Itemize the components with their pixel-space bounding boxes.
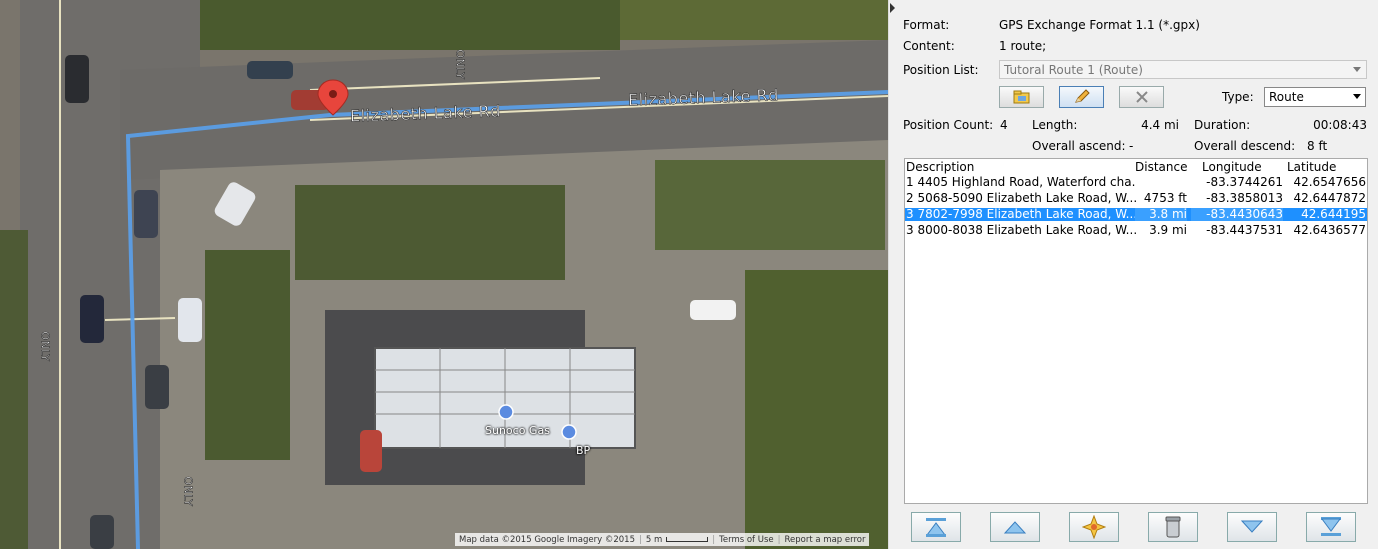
- ascend-label: Overall ascend:: [1032, 139, 1126, 153]
- cell-description: 1 4405 Highland Road, Waterford cha...: [906, 176, 1136, 189]
- duration-label: Duration:: [1194, 118, 1251, 132]
- move-to-top-button[interactable]: [911, 512, 961, 542]
- content-label: Content:: [903, 39, 955, 53]
- move-to-bottom-icon: [1321, 517, 1341, 536]
- move-down-icon: [1240, 520, 1264, 533]
- move-up-icon: [1003, 521, 1027, 534]
- position-count-value: 4: [1000, 118, 1008, 132]
- road-text-only: ONLY: [38, 331, 52, 362]
- edit-button[interactable]: [1059, 86, 1104, 108]
- cell-latitude: 42.6547656: [1293, 176, 1366, 189]
- report-map-error-link[interactable]: Report a map error: [785, 535, 866, 545]
- delete-trash-icon: [1165, 516, 1181, 538]
- format-value: GPS Exchange Format 1.1 (*.gpx): [999, 18, 1200, 32]
- table-row-selected[interactable]: 3 7802-7998 Elizabeth Lake Road, W... 3.…: [905, 208, 1367, 221]
- terms-of-use-link[interactable]: Terms of Use: [719, 535, 774, 545]
- map-attribution: Map data ©2015 Google Imagery ©2015 | 5 …: [455, 533, 870, 546]
- content-value: 1 route;: [999, 39, 1047, 53]
- delete-point-button[interactable]: [1148, 512, 1198, 542]
- delete-button[interactable]: [1119, 86, 1164, 108]
- cell-longitude: -83.3744261: [1206, 176, 1283, 189]
- satellite-imagery: [0, 0, 888, 549]
- duration-value: 00:08:43: [1313, 118, 1367, 132]
- cell-distance: 3.8 mi: [1135, 208, 1187, 221]
- cell-description: 3 8000-8038 Elizabeth Lake Road, W...: [906, 224, 1136, 237]
- descend-label: Overall descend:: [1194, 139, 1296, 153]
- map-view[interactable]: Elizabeth Lake Rd Elizabeth Lake Rd ONLY…: [0, 0, 888, 549]
- table-row[interactable]: 3 8000-8038 Elizabeth Lake Road, W... 3.…: [905, 224, 1367, 237]
- cell-distance: 3.9 mi: [1149, 224, 1187, 237]
- column-header-latitude[interactable]: Latitude: [1287, 161, 1370, 174]
- cell-distance: 4753 ft: [1143, 192, 1187, 205]
- cell-description: 2 5068-5090 Elizabeth Lake Road, W...: [906, 192, 1136, 205]
- column-header-description[interactable]: Description: [906, 161, 1136, 174]
- ascend-value: -: [1129, 139, 1134, 153]
- table-header: Description Distance Longitude Latitude: [905, 161, 1367, 174]
- add-point-icon: [1082, 515, 1106, 539]
- move-up-button[interactable]: [990, 512, 1040, 542]
- position-list-value: Tutoral Route 1 (Route): [1004, 63, 1143, 77]
- collapse-arrow-icon[interactable]: [890, 3, 895, 13]
- cell-longitude: -83.3858013: [1206, 192, 1283, 205]
- scale-bar: [666, 537, 709, 542]
- road-text-only: ONLY: [453, 49, 467, 80]
- open-folder-icon: [1013, 90, 1029, 104]
- edit-pencil-icon: [1074, 89, 1090, 103]
- length-label: Length:: [1032, 118, 1078, 132]
- add-point-button[interactable]: [1069, 512, 1119, 542]
- delete-x-icon: [1135, 91, 1148, 103]
- cell-description: 3 7802-7998 Elizabeth Lake Road, W...: [906, 208, 1136, 221]
- move-to-top-icon: [926, 518, 946, 537]
- column-header-longitude[interactable]: Longitude: [1202, 161, 1294, 174]
- position-list-dropdown[interactable]: Tutoral Route 1 (Route): [999, 60, 1367, 79]
- cell-longitude: -83.4437531: [1206, 224, 1283, 237]
- move-down-button[interactable]: [1227, 512, 1277, 542]
- move-to-bottom-button[interactable]: [1306, 512, 1356, 542]
- cell-longitude: -83.4430643: [1191, 208, 1283, 221]
- route-info-panel: Format: GPS Exchange Format 1.1 (*.gpx) …: [899, 0, 1378, 549]
- format-label: Format:: [903, 18, 950, 32]
- chevron-down-icon: [1353, 67, 1361, 72]
- length-value: 4.4 mi: [1141, 118, 1179, 132]
- cell-latitude: 42.6436577: [1293, 224, 1366, 237]
- type-dropdown[interactable]: Route: [1264, 87, 1366, 107]
- position-table[interactable]: Description Distance Longitude Latitude …: [904, 158, 1368, 504]
- poi-label-sunoco[interactable]: Sunoco Gas: [485, 424, 550, 437]
- position-count-label: Position Count:: [903, 118, 994, 132]
- road-text-only: ONLY: [181, 476, 195, 507]
- type-label: Type:: [1222, 90, 1254, 104]
- open-button[interactable]: [999, 86, 1044, 108]
- table-row[interactable]: 1 4405 Highland Road, Waterford cha... -…: [905, 176, 1367, 189]
- descend-value: 8 ft: [1307, 139, 1328, 153]
- cell-latitude: 42.6447872: [1293, 192, 1366, 205]
- cell-latitude: 42.644195: [1301, 208, 1366, 221]
- chevron-down-icon: [1353, 94, 1361, 99]
- column-header-distance[interactable]: Distance: [1135, 161, 1187, 174]
- map-copyright: Map data ©2015 Google Imagery ©2015: [459, 534, 635, 545]
- position-list-label: Position List:: [903, 63, 979, 77]
- table-row[interactable]: 2 5068-5090 Elizabeth Lake Road, W... 47…: [905, 192, 1367, 205]
- poi-label-bp[interactable]: BP: [576, 444, 590, 457]
- type-value: Route: [1269, 90, 1304, 104]
- map-scale-label: 5 m: [645, 534, 663, 545]
